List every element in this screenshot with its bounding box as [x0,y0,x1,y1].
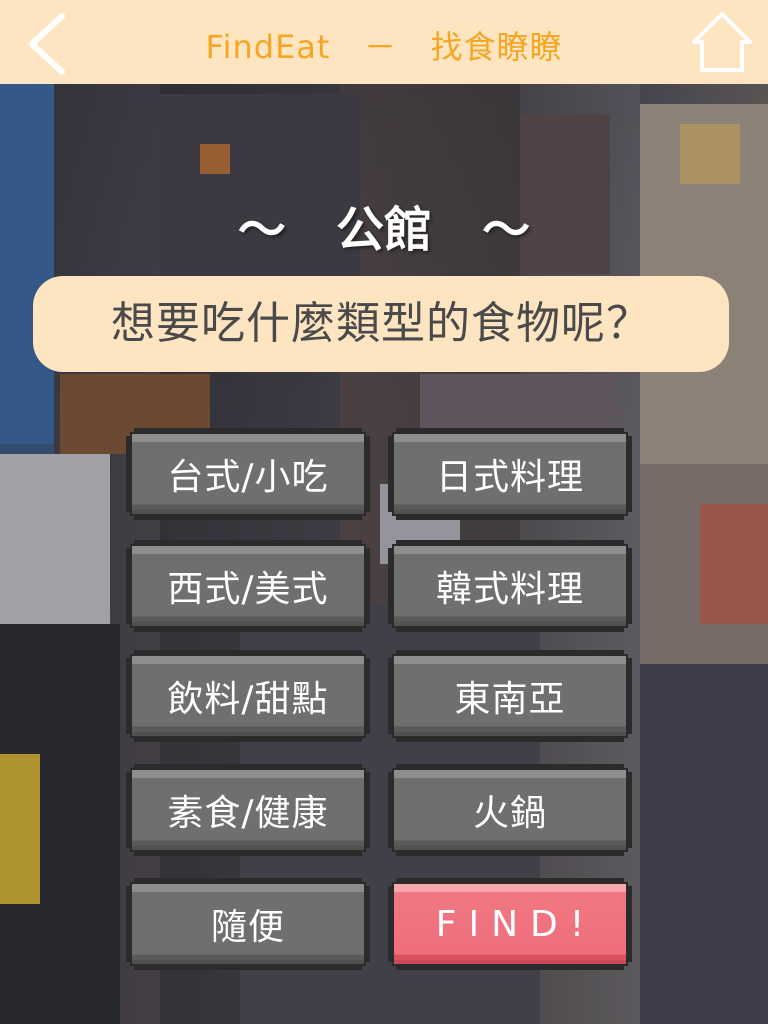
category-button-drinks-desserts[interactable]: 飲料/甜點 [126,650,370,742]
find-button[interactable]: FIND! [388,878,632,970]
home-icon [692,12,752,72]
find-button-label: FIND! [394,884,626,964]
category-button-label: 西式/美式 [132,546,364,626]
category-button-western[interactable]: 西式/美式 [126,540,370,632]
category-button-taiwanese[interactable]: 台式/小吃 [126,428,370,520]
category-button-anything[interactable]: 隨便 [126,878,370,970]
category-button-label: 台式/小吃 [132,434,364,514]
category-button-label: 隨便 [132,884,364,964]
category-button-vegetarian[interactable]: 素食/健康 [126,764,370,856]
category-button-label: 素食/健康 [132,770,364,850]
category-button-label: 韓式料理 [394,546,626,626]
category-button-label: 東南亞 [394,656,626,736]
category-button-label: 火鍋 [394,770,626,850]
question-prompt: 想要吃什麼類型的食物呢？ [33,276,729,372]
category-button-hotpot[interactable]: 火鍋 [388,764,632,856]
category-button-korean[interactable]: 韓式料理 [388,540,632,632]
location-title: ～ 公館 ～ [237,202,531,258]
category-button-label: 飲料/甜點 [132,656,364,736]
top-bar: FindEat － 找食瞭瞭 [0,0,768,84]
category-button-southeast-asian[interactable]: 東南亞 [388,650,632,742]
category-button-label: 日式料理 [394,434,626,514]
home-button[interactable] [690,10,754,74]
category-button-japanese[interactable]: 日式料理 [388,428,632,520]
app-title: FindEat － 找食瞭瞭 [205,28,563,66]
